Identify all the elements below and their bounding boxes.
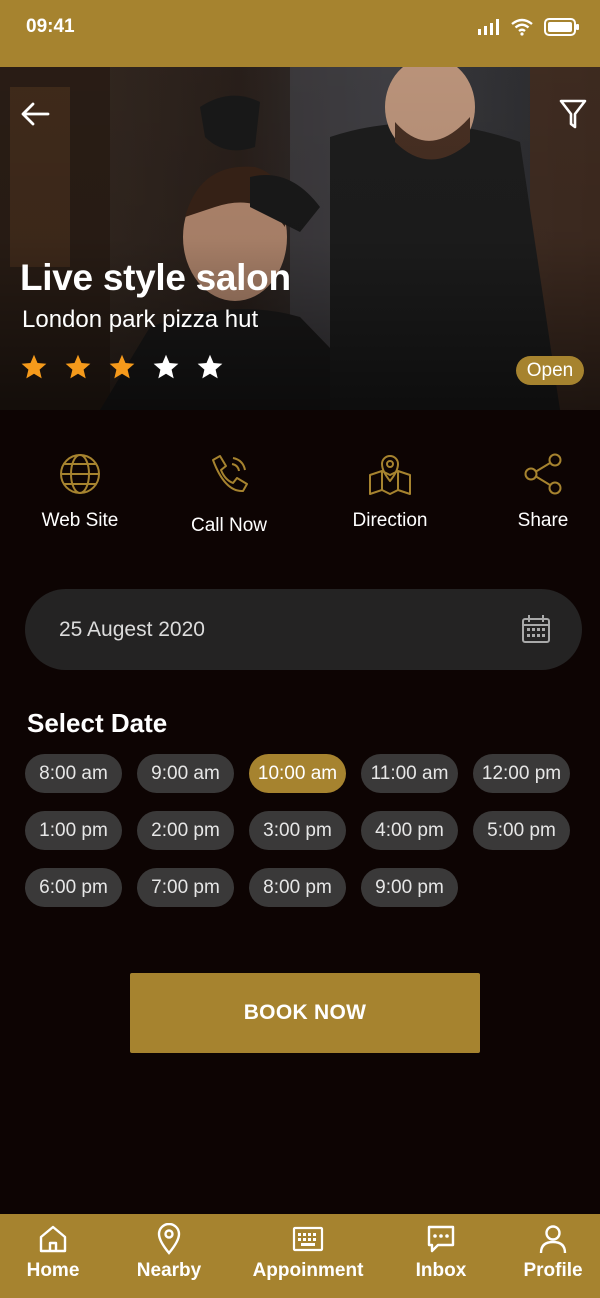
time-slot-chip[interactable]: 11:00 am [361, 754, 458, 793]
back-button[interactable] [18, 97, 52, 131]
time-slot-chip[interactable]: 9:00 am [137, 754, 234, 793]
nav-home[interactable]: Home [22, 1222, 84, 1282]
time-slot-chip[interactable]: 1:00 pm [25, 811, 122, 850]
website-button[interactable]: Web Site [40, 450, 120, 532]
nav-appointment-label: Appoinment [252, 1260, 364, 1281]
time-slot-chip[interactable]: 12:00 pm [473, 754, 570, 793]
filter-icon [559, 99, 587, 129]
nav-nearby-label: Nearby [136, 1260, 202, 1281]
call-now-label: Call Now [190, 515, 268, 536]
nav-profile[interactable]: Profile [520, 1222, 586, 1282]
wifi-icon [511, 18, 533, 36]
phone-icon [205, 450, 253, 498]
location-icon [152, 1222, 186, 1256]
time-slot-chip[interactable]: 6:00 pm [25, 868, 122, 907]
star-filled-icon [65, 354, 91, 379]
time-slot-chip[interactable]: 2:00 pm [137, 811, 234, 850]
bottom-nav: Home Nearby Appoinment Inbox Profile [0, 1214, 600, 1298]
signal-icon [478, 19, 499, 35]
time-slot-chip[interactable]: 8:00 pm [249, 868, 346, 907]
share-icon [519, 450, 567, 498]
nav-inbox-label: Inbox [415, 1260, 467, 1281]
time-slot-chip[interactable]: 4:00 pm [361, 811, 458, 850]
time-slot-chip[interactable]: 5:00 pm [473, 811, 570, 850]
star-empty-icon [197, 354, 223, 379]
direction-label: Direction [352, 510, 428, 531]
keyboard-icon [291, 1222, 325, 1256]
status-bar: 09:41 [0, 0, 600, 67]
salon-title: Live style salon [20, 257, 291, 298]
map-pin-icon [366, 450, 414, 498]
time-slot-chip[interactable]: 9:00 pm [361, 868, 458, 907]
user-icon [536, 1222, 570, 1256]
nav-inbox[interactable]: Inbox [412, 1222, 470, 1282]
star-rating [20, 353, 224, 381]
date-picker-field[interactable]: 25 Augest 2020 [25, 589, 582, 670]
time-slot-chip[interactable]: 3:00 pm [249, 811, 346, 850]
star-empty-icon [153, 354, 179, 379]
salon-address: London park pizza hut [22, 306, 259, 333]
calendar-icon[interactable] [520, 613, 552, 645]
nav-appointment[interactable]: Appoinment [250, 1222, 366, 1282]
hero-banner: Live style salon London park pizza hut O… [0, 67, 600, 410]
nav-home-label: Home [26, 1260, 80, 1281]
action-row: Web Site Call Now Direction Share [0, 450, 600, 550]
status-icons [478, 18, 580, 36]
message-icon [424, 1222, 458, 1256]
status-badge: Open [516, 356, 584, 385]
star-filled-icon [109, 354, 135, 379]
star-filled-icon [21, 354, 47, 379]
time-slot-chip[interactable]: 8:00 am [25, 754, 122, 793]
direction-button[interactable]: Direction [349, 450, 431, 532]
arrow-left-icon [21, 102, 50, 126]
share-label: Share [517, 510, 569, 531]
time-slot-chip[interactable]: 7:00 pm [137, 868, 234, 907]
nav-profile-label: Profile [523, 1260, 583, 1281]
date-value: 25 Augest 2020 [59, 617, 205, 641]
website-label: Web Site [41, 510, 119, 531]
filter-button[interactable] [556, 97, 590, 131]
nav-nearby[interactable]: Nearby [134, 1222, 204, 1282]
select-date-title: Select Date [27, 708, 168, 738]
book-now-button[interactable]: BOOK NOW [130, 973, 480, 1053]
home-icon [36, 1222, 70, 1256]
share-button[interactable]: Share [510, 450, 576, 532]
globe-icon [56, 450, 104, 498]
battery-icon [544, 18, 579, 36]
status-time: 09:41 [26, 16, 75, 37]
time-slot-chip[interactable]: 10:00 am [249, 754, 346, 793]
call-now-button[interactable]: Call Now [188, 450, 270, 537]
